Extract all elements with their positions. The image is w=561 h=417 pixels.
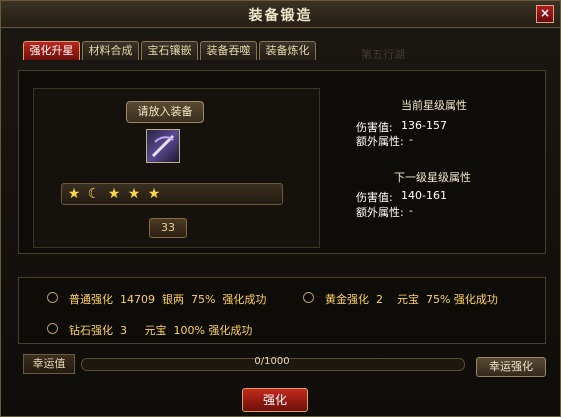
sun-star-icon: ★	[67, 186, 81, 202]
tab-enhance-star[interactable]: 强化升星	[23, 41, 80, 60]
lucky-enhance-button[interactable]: 幸运强化	[476, 357, 546, 377]
tab-disabled: 第五行湖	[361, 48, 405, 61]
window-title: 装备锻造	[248, 8, 313, 24]
next-extra-label: 额外属性:	[356, 206, 404, 219]
radio-diamond-enhance[interactable]	[47, 323, 58, 334]
radio-gold-enhance[interactable]	[303, 292, 314, 303]
luck-label: 幸运值	[23, 354, 75, 374]
title-bar[interactable]: 装备锻造 ×	[1, 1, 560, 28]
star-bar: ★ ☾ ★ ★ ★	[61, 183, 283, 205]
moon-star-icon: ☾	[87, 186, 101, 202]
star-icon: ★	[107, 186, 121, 202]
star-icon: ★	[127, 186, 141, 202]
current-extra-label: 额外属性:	[356, 135, 404, 148]
tab-gem-inlay[interactable]: 宝石镶嵌	[141, 41, 198, 60]
current-damage-value: 136-157	[401, 119, 447, 132]
slot-label: 请放入装备	[126, 101, 204, 123]
next-extra-value: -	[409, 204, 413, 217]
current-star-title: 当前星级属性	[401, 99, 467, 112]
material-count: 33	[149, 218, 187, 238]
forge-window: 装备锻造 × 强化升星 材料合成 宝石镶嵌 装备吞噬 装备炼化 第五行湖 请放入…	[0, 0, 561, 417]
option-normal-enhance[interactable]: 普通强化 14709 银两 75% 强化成功	[69, 291, 266, 307]
tab-material-synth[interactable]: 材料合成	[82, 41, 139, 60]
close-icon[interactable]: ×	[536, 5, 554, 23]
next-star-title: 下一级星级属性	[394, 171, 471, 184]
tab-equip-refine[interactable]: 装备炼化	[259, 41, 316, 60]
star-icon: ★	[147, 186, 161, 202]
next-damage-label: 伤害值:	[356, 191, 393, 204]
option-gold-enhance[interactable]: 黄金强化 2 元宝 75% 强化成功	[325, 291, 498, 307]
weapon-icon[interactable]	[146, 129, 180, 163]
option-diamond-enhance[interactable]: 钻石强化 3 元宝 100% 强化成功	[69, 322, 252, 338]
next-damage-value: 140-161	[401, 189, 447, 202]
current-extra-value: -	[409, 133, 413, 146]
radio-normal-enhance[interactable]	[47, 292, 58, 303]
luck-value: 0/1000	[254, 356, 290, 367]
tab-equip-devour[interactable]: 装备吞噬	[200, 41, 257, 60]
enhance-button[interactable]: 强化	[242, 388, 308, 412]
weapon-glyph	[151, 134, 175, 158]
